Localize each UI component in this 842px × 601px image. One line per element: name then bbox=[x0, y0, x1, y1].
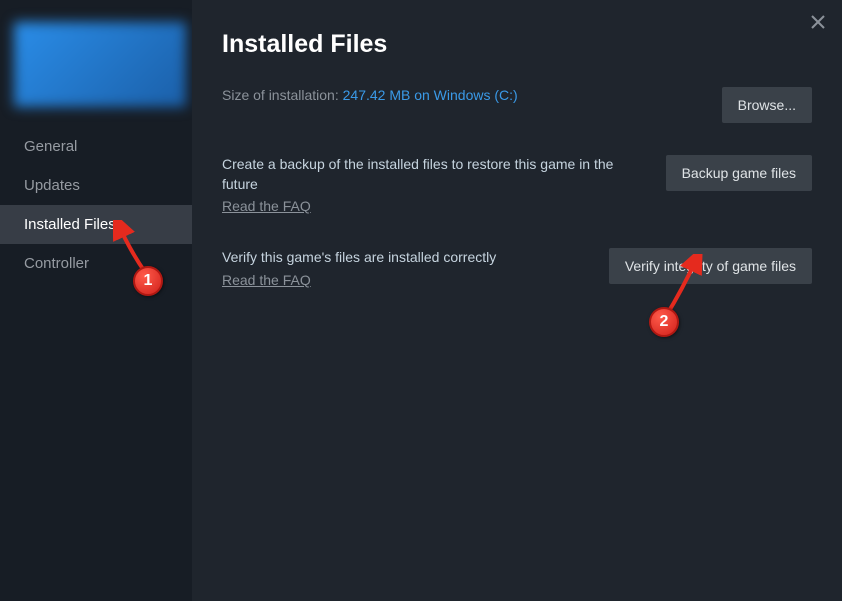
size-value: 247.42 MB on Windows (C:) bbox=[343, 87, 518, 103]
backup-faq-link[interactable]: Read the FAQ bbox=[222, 198, 311, 214]
backup-desc: Create a backup of the installed files t… bbox=[222, 155, 642, 194]
verify-desc: Verify this game's files are installed c… bbox=[222, 248, 589, 268]
verify-text: Verify this game's files are installed c… bbox=[222, 248, 609, 290]
sidebar-item-installed-files[interactable]: Installed Files bbox=[0, 205, 192, 244]
size-text: Size of installation: 247.42 MB on Windo… bbox=[222, 87, 722, 105]
verify-row: Verify this game's files are installed c… bbox=[222, 248, 812, 290]
sidebar-item-updates[interactable]: Updates bbox=[0, 166, 192, 205]
verify-integrity-button[interactable]: Verify integrity of game files bbox=[609, 248, 812, 284]
browse-button[interactable]: Browse... bbox=[722, 87, 812, 123]
size-row: Size of installation: 247.42 MB on Windo… bbox=[222, 87, 812, 123]
annotation-badge-2-wrap: 2 bbox=[649, 307, 679, 337]
backup-text: Create a backup of the installed files t… bbox=[222, 155, 666, 216]
annotation-badge-1-wrap: 1 bbox=[133, 266, 163, 296]
close-button[interactable] bbox=[808, 12, 828, 32]
annotation-badge-2: 2 bbox=[649, 307, 679, 337]
backup-button[interactable]: Backup game files bbox=[666, 155, 812, 191]
backup-row: Create a backup of the installed files t… bbox=[222, 155, 812, 216]
sidebar-item-general[interactable]: General bbox=[0, 127, 192, 166]
page-title: Installed Files bbox=[222, 30, 812, 59]
close-icon bbox=[811, 15, 825, 29]
properties-window: General Updates Installed Files Controll… bbox=[0, 0, 842, 601]
game-banner-image bbox=[14, 22, 186, 107]
verify-faq-link[interactable]: Read the FAQ bbox=[222, 272, 311, 288]
sidebar-item-controller[interactable]: Controller bbox=[0, 244, 192, 283]
annotation-badge-1: 1 bbox=[133, 266, 163, 296]
main-panel: Installed Files Size of installation: 24… bbox=[192, 0, 842, 601]
sidebar: General Updates Installed Files Controll… bbox=[0, 0, 192, 601]
size-label: Size of installation: bbox=[222, 87, 343, 103]
